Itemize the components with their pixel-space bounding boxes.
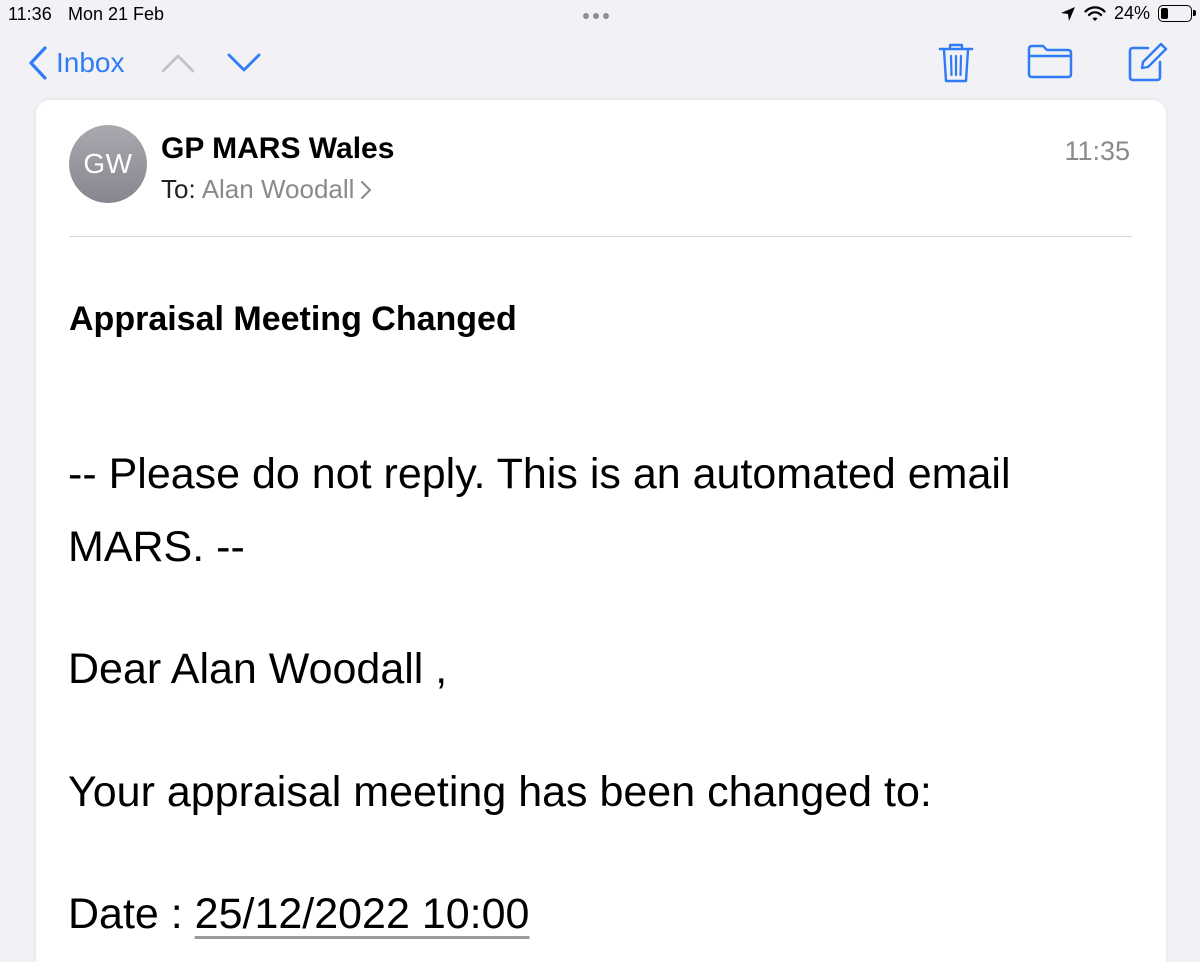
location-arrow-icon [1060,6,1075,21]
sender-avatar[interactable]: GW [69,125,147,203]
status-date: Mon 21 Feb [68,4,165,24]
avatar-initials: GW [83,148,133,179]
mail-app: 11:36 Mon 21 Feb 24% Inbox GW GP MARS Wa… [0,0,1200,962]
date-label: Date : [68,890,195,938]
back-to-inbox-button[interactable]: Inbox [28,46,125,80]
to-label: To: [161,174,196,204]
battery-level-fill [1161,8,1168,19]
body-notice-continuation: MARS. -- [68,523,245,571]
wifi-icon [1084,5,1106,21]
status-indicators: 24% [1060,3,1196,24]
meeting-date-link[interactable]: 25/12/2022 10:00 [195,890,530,938]
battery-icon [1158,5,1196,22]
sent-time: 11:35 [1064,136,1130,166]
chevron-down-icon[interactable] [226,52,262,74]
back-label: Inbox [56,47,125,78]
folder-icon[interactable] [1026,42,1074,80]
body-date-line: Date : 25/12/2022 10:00 [68,890,529,939]
sender-name[interactable]: GP MARS Wales [161,132,394,166]
body-notice-line: -- Please do not reply. This is an autom… [68,450,1011,498]
recipient-line[interactable]: To: Alan Woodall [161,174,372,205]
chevron-left-icon [29,46,47,80]
body-greeting: Dear Alan Woodall , [68,645,448,693]
multitasking-dots-icon[interactable] [583,13,609,19]
message-card: GW GP MARS Wales To: Alan Woodall 11:35 … [36,100,1166,962]
chevron-up-icon[interactable] [160,52,196,74]
message-toolbar: Inbox [0,34,1200,94]
message-subject: Appraisal Meeting Changed [69,300,517,338]
status-bar: 11:36 Mon 21 Feb 24% [0,0,1200,30]
chevron-right-icon [361,180,372,199]
recipient-name: Alan Woodall [201,174,355,204]
compose-icon[interactable] [1126,42,1170,84]
battery-percent: 24% [1113,3,1150,23]
header-divider [69,236,1132,237]
status-time: 11:36 [8,4,52,24]
body-changed-line: Your appraisal meeting has been changed … [68,768,932,816]
trash-icon[interactable] [938,42,974,84]
